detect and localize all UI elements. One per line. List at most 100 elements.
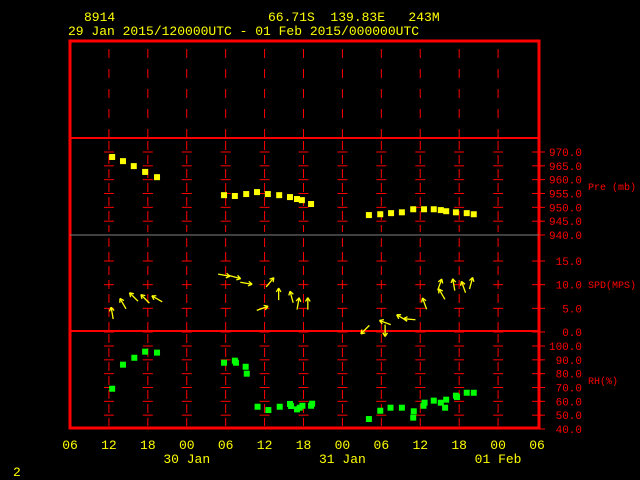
rh-point [470, 389, 477, 396]
x-tick-label: 06 [529, 438, 545, 453]
wind-arrow [468, 276, 475, 290]
rh-point [232, 359, 239, 366]
axis-tick-label: 15.0 [556, 257, 582, 269]
x-tick-label: 06 [218, 438, 234, 453]
pressure-point [130, 163, 137, 170]
pressure-point [221, 192, 228, 199]
wind-arrow-part [379, 318, 385, 322]
pressure-point [142, 168, 149, 175]
pressure-point [276, 192, 283, 199]
wind-arrow [437, 278, 444, 291]
axis-tick-label: 950.0 [549, 203, 582, 215]
rh-point [410, 408, 417, 415]
rh-point [398, 404, 405, 411]
rh-point [463, 389, 470, 396]
rh-point [288, 403, 295, 410]
wind-arrow [265, 277, 275, 288]
axis-tick-label: 10.0 [556, 281, 582, 293]
pressure-point [410, 206, 417, 213]
pressure-point [298, 197, 305, 204]
axis-tick-label: 970.0 [549, 148, 582, 160]
pressure-point [264, 191, 271, 198]
pressure-point [430, 206, 437, 213]
rh-point [410, 414, 417, 421]
rh-point [265, 407, 272, 414]
wind-arrow [108, 306, 115, 320]
pressure-point [254, 189, 261, 196]
wind-arrow [304, 297, 311, 310]
wind-arrow-part [272, 277, 275, 283]
station-time-series-chart: 970.0 965.0 960.0 955.0950.0 945.0 940.0 Pre (… [62, 39, 636, 467]
rh-point [299, 402, 306, 409]
x-date-label: 31 Jan [319, 452, 366, 467]
wind-arrow [256, 304, 269, 311]
axis-tick-label: 940.0 [549, 231, 582, 243]
pressure-point [119, 158, 126, 165]
x-date-label: 30 Jan [163, 452, 210, 467]
rh-point [430, 397, 437, 404]
wind-arrow [240, 280, 253, 287]
rh-point [131, 354, 138, 361]
wind-arrow-part [225, 275, 231, 279]
rh-point [142, 348, 149, 355]
rh-point [443, 396, 450, 403]
x-tick-label: 00 [335, 438, 351, 453]
axis-tick-label: 80.0 [556, 370, 582, 382]
axis-tick-label: 40.0 [556, 425, 582, 437]
rh-point [365, 416, 372, 423]
pressure-point [421, 206, 428, 213]
axis-tick-label: 0.0 [562, 328, 582, 340]
rh-point [154, 349, 161, 356]
wind-arrow [128, 292, 139, 302]
x-tick-label: 06 [62, 438, 78, 453]
rh-point [109, 385, 116, 392]
pressure-point [308, 201, 315, 208]
pressure-point [452, 209, 459, 216]
rh-point [221, 359, 228, 366]
wind-arrow [420, 297, 428, 310]
panel-label-rh: RH(%) [588, 376, 618, 388]
wind-arrow-part [236, 278, 241, 281]
wind-arrow [438, 288, 446, 300]
x-tick-label: 06 [374, 438, 390, 453]
pressure-point [231, 192, 238, 199]
panel-label-pressure: Pre (mb) [588, 182, 636, 194]
x-tick-label: 00 [179, 438, 195, 453]
x-tick-label: 18 [140, 438, 156, 453]
axis-tick-label: 90.0 [556, 356, 582, 368]
rh-point [276, 403, 283, 410]
rh-point [242, 363, 249, 370]
pressure-point [154, 174, 161, 181]
axis-tick-label: 5.0 [562, 304, 582, 316]
wind-arrow-part [441, 278, 444, 284]
pressure-point [398, 209, 405, 216]
rh-point [119, 361, 126, 368]
pressure-point [377, 211, 384, 218]
axis-tick-label: 945.0 [549, 217, 582, 229]
rh-point [421, 399, 428, 406]
panel-label-wind: SPD(MPS) [588, 280, 636, 292]
wind-arrow-part [298, 297, 302, 303]
rh-point [309, 400, 316, 407]
wind-arrow-part [471, 277, 475, 282]
wind-arrow [275, 287, 282, 301]
pressure-point [463, 210, 470, 217]
wind-arrow [151, 295, 163, 303]
wind-arrow [218, 272, 231, 279]
x-tick-label: 18 [296, 438, 312, 453]
wind-arrow [295, 297, 302, 310]
axis-tick-label: 50.0 [556, 411, 582, 423]
wind-arrow [228, 274, 242, 281]
axis-tick-label: 955.0 [549, 190, 582, 202]
wind-arrow-part [247, 283, 253, 287]
x-tick-label: 12 [412, 438, 428, 453]
rh-point [243, 370, 250, 377]
pressure-point [388, 210, 395, 217]
axis-tick-label: 100.0 [549, 342, 582, 354]
x-tick-label: 00 [490, 438, 506, 453]
axis-tick-label: 60.0 [556, 397, 582, 409]
pressure-point [243, 191, 250, 198]
rh-point [454, 394, 461, 401]
wind-arrow [288, 290, 294, 303]
rh-point [442, 404, 449, 411]
